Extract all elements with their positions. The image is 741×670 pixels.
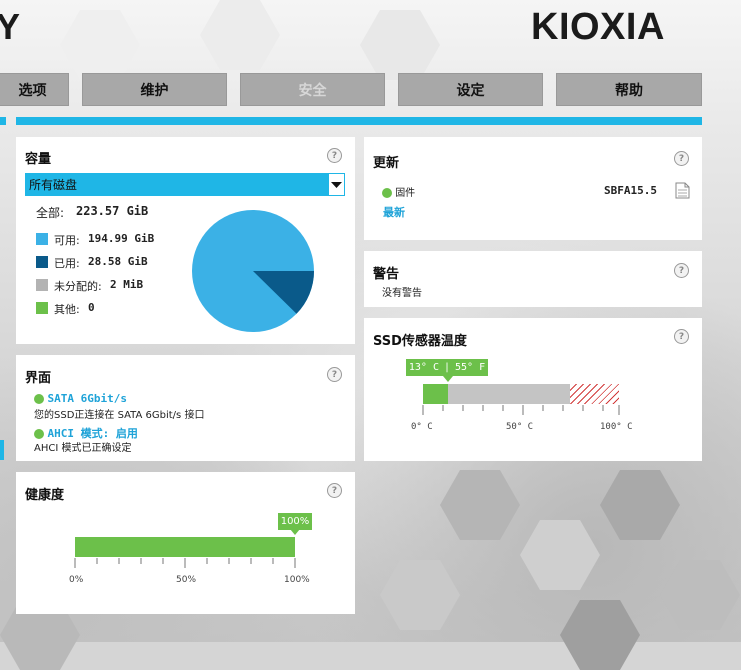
warning-panel: 警告 ? 没有警告 — [364, 251, 702, 307]
temperature-tick-100: 100° C — [600, 422, 633, 432]
update-help-icon[interactable]: ? — [674, 151, 689, 166]
temperature-pointer — [443, 376, 453, 382]
chevron-down-icon[interactable] — [328, 173, 345, 196]
legend-swatch-other — [36, 302, 48, 314]
capacity-panel: 容量 ? 所有磁盘 全部: 223.57 GiB 可用: 194.99 GiB … — [16, 137, 355, 344]
health-tick-100: 100% — [284, 575, 310, 585]
warning-help-icon[interactable]: ? — [674, 263, 689, 278]
health-title: 健康度 — [25, 488, 65, 503]
firmware-version: SBFA15.5 — [604, 184, 657, 197]
temperature-bar-fill — [423, 384, 448, 404]
update-title: 更新 — [373, 156, 400, 171]
sata-link[interactable]: SATA 6Gbit/s — [48, 392, 127, 405]
nav-options-button[interactable]: 选项 — [0, 73, 69, 106]
disk-select-value: 所有磁盘 — [29, 178, 78, 192]
sata-status: SATA 6Gbit/s — [34, 392, 127, 405]
capacity-help-icon[interactable]: ? — [327, 148, 342, 163]
accent-bar-left — [0, 117, 6, 125]
temperature-ticks — [422, 405, 620, 415]
accent-bar — [16, 117, 702, 125]
health-panel: 健康度 ? 100% 0% 50% 100% — [16, 472, 355, 614]
temperature-readout: 13° C | 55° F — [406, 359, 488, 376]
health-bar-track — [75, 537, 295, 557]
temperature-tick-50: 50° C — [506, 422, 534, 432]
readout-separator: | — [443, 362, 451, 373]
temperature-title: SSD传感器温度 — [373, 334, 467, 349]
interface-title: 界面 — [25, 371, 52, 386]
side-indicator — [0, 440, 4, 460]
total-label: 全部: — [36, 206, 65, 220]
app-logo-partial: Y — [0, 6, 21, 47]
warning-text: 没有警告 — [382, 288, 422, 299]
health-ticks — [74, 558, 296, 568]
status-ok-icon — [382, 188, 392, 198]
temperature-danger-zone — [570, 384, 619, 404]
nav-maintenance-button[interactable]: 维护 — [82, 73, 227, 106]
kioxia-logo: KIOXIA — [531, 6, 665, 48]
nav-security-button[interactable]: 安全 — [240, 73, 385, 106]
update-status-link[interactable]: 最新 — [383, 204, 405, 220]
temperature-help-icon[interactable]: ? — [674, 329, 689, 344]
ahci-description: AHCI 模式已正确设定 — [34, 443, 132, 454]
interface-panel: 界面 ? SATA 6Gbit/s 您的SSD正连接在 SATA 6Gbit/s… — [16, 355, 355, 461]
legend-unallocated-value: 2 MiB — [110, 278, 144, 291]
legend-available-value: 194.99 GiB — [88, 232, 155, 245]
disk-select[interactable]: 所有磁盘 — [25, 173, 345, 196]
health-bar-fill — [75, 537, 295, 557]
health-help-icon[interactable]: ? — [327, 483, 342, 498]
temperature-tick-0: 0° C — [411, 422, 433, 432]
temperature-celsius: 13° C — [408, 362, 439, 373]
temperature-panel: SSD传感器温度 ? 13° C | 55° F 0° C 50° C 100°… — [364, 318, 702, 461]
health-value-badge: 100% — [278, 513, 312, 530]
warning-title: 警告 — [373, 267, 400, 282]
legend-swatch-available — [36, 233, 48, 245]
legend-other-label: 其他: — [54, 303, 80, 316]
interface-help-icon[interactable]: ? — [327, 367, 342, 382]
firmware-label: 固件 — [395, 188, 416, 199]
legend-other-value: 0 — [88, 301, 95, 314]
legend-swatch-unallocated — [36, 279, 48, 291]
legend-used-value: 28.58 GiB — [88, 255, 148, 268]
temperature-fahrenheit: 55° F — [455, 362, 486, 373]
health-pointer — [290, 529, 300, 535]
legend-swatch-used — [36, 256, 48, 268]
capacity-title: 容量 — [25, 152, 52, 167]
health-tick-50: 50% — [176, 575, 197, 585]
document-icon[interactable] — [675, 182, 690, 199]
sata-description: 您的SSD正连接在 SATA 6Gbit/s 接口 — [34, 410, 205, 421]
legend-unallocated-label: 未分配的: — [54, 280, 102, 293]
update-panel: 更新 ? 固件 SBFA15.5 最新 — [364, 137, 702, 240]
firmware-row: 固件 — [382, 184, 415, 199]
status-ok-icon — [34, 394, 44, 404]
health-tick-0: 0% — [69, 575, 84, 585]
nav-help-button[interactable]: 帮助 — [556, 73, 702, 106]
total-value: 223.57 GiB — [76, 204, 149, 218]
temperature-bar — [423, 384, 619, 404]
status-ok-icon — [34, 429, 44, 439]
legend-available-label: 可用: — [54, 234, 80, 247]
nav-settings-button[interactable]: 设定 — [398, 73, 543, 106]
legend-used-label: 已用: — [54, 257, 80, 270]
capacity-pie-chart — [192, 210, 314, 332]
